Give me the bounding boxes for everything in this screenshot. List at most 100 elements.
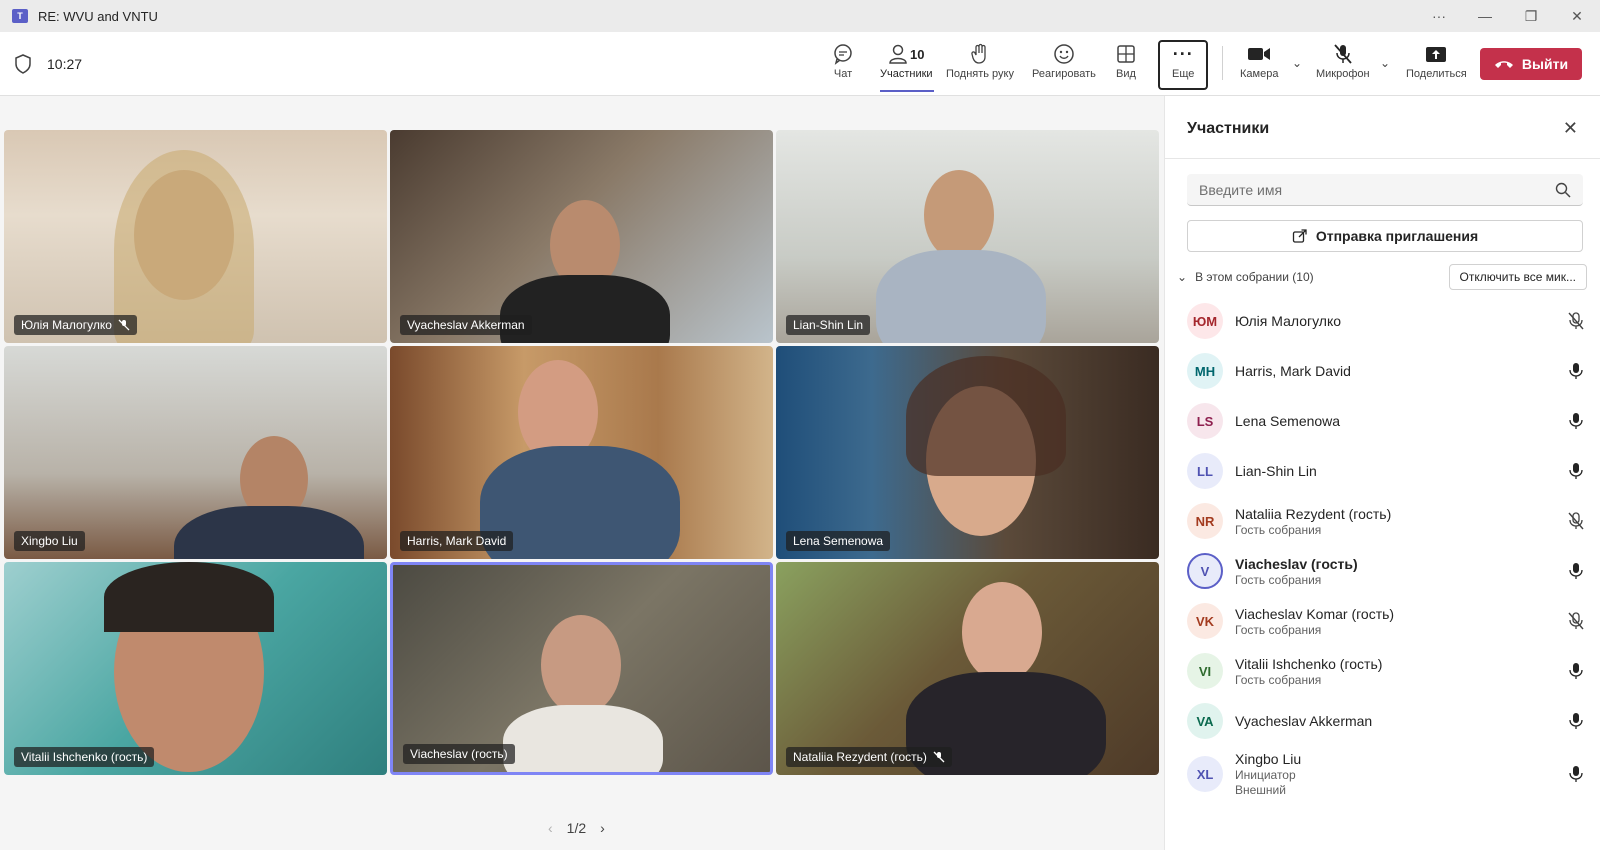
mic-icon[interactable] bbox=[1567, 361, 1585, 381]
hand-icon bbox=[971, 43, 986, 64]
next-page-chevron-right-icon[interactable]: › bbox=[600, 820, 605, 836]
close-window-button[interactable]: ✕ bbox=[1554, 0, 1600, 32]
participant-name: Юлія Малогулко bbox=[1235, 313, 1342, 329]
tile-name: Lian-Shin Lin bbox=[793, 318, 864, 332]
smile-icon bbox=[1054, 44, 1074, 64]
panel-divider bbox=[1165, 158, 1600, 159]
tile-name: Юлія Малогулко bbox=[21, 318, 112, 332]
close-panel-icon[interactable]: ✕ bbox=[1563, 118, 1578, 139]
teams-logo-icon: T bbox=[12, 9, 28, 23]
tile-name: Vyacheslav Akkerman bbox=[407, 318, 525, 332]
video-tile-active-speaker[interactable]: Viacheslav (гость) bbox=[390, 562, 773, 775]
participant-name: Viacheslav (гость) bbox=[1235, 555, 1358, 572]
participant-row[interactable]: VI Vitalii Ishchenko (гость) Гость собран… bbox=[1187, 646, 1591, 696]
avatar: VA bbox=[1187, 703, 1223, 739]
mic-icon[interactable] bbox=[1567, 561, 1585, 581]
video-tile[interactable]: Vyacheslav Akkerman bbox=[390, 130, 773, 343]
participant-name: Vitalii Ishchenko (гость) bbox=[1235, 655, 1383, 672]
avatar: XL bbox=[1187, 756, 1223, 792]
mic-off-icon[interactable] bbox=[1567, 611, 1585, 631]
avatar: LS bbox=[1187, 403, 1223, 439]
participant-row[interactable]: NR Nataliia Rezydent (гость) Гость собран… bbox=[1187, 496, 1591, 546]
video-tile[interactable]: Lian-Shin Lin bbox=[776, 130, 1159, 343]
mic-button[interactable]: Микрофон bbox=[1316, 40, 1370, 90]
participant-name: Harris, Mark David bbox=[1235, 363, 1351, 379]
participant-row[interactable]: VA Vyacheslav Akkerman bbox=[1187, 696, 1591, 746]
mic-off-icon[interactable] bbox=[1567, 511, 1585, 531]
gallery-pager: ‹ 1/2 › bbox=[548, 820, 605, 836]
mic-off-icon[interactable] bbox=[1567, 311, 1585, 331]
minimize-button[interactable]: — bbox=[1462, 0, 1508, 32]
participant-role: Гость собрания bbox=[1235, 622, 1322, 637]
participant-row[interactable]: LS Lena Semenowa bbox=[1187, 396, 1591, 446]
participant-role: Гость собрания bbox=[1235, 672, 1322, 687]
shield-icon bbox=[15, 54, 31, 74]
video-tile[interactable]: Nataliia Rezydent (гость) bbox=[776, 562, 1159, 775]
mic-off-icon bbox=[118, 319, 130, 331]
leave-button[interactable]: Выйти bbox=[1480, 48, 1582, 80]
search-icon bbox=[1555, 182, 1571, 198]
tile-name: Viacheslav (гость) bbox=[410, 747, 508, 761]
participant-row[interactable]: MH Harris, Mark David bbox=[1187, 346, 1591, 396]
people-icon bbox=[889, 44, 907, 64]
video-tile[interactable]: Vitalii Ishchenko (гость) bbox=[4, 562, 387, 775]
camera-button[interactable]: Камера bbox=[1240, 40, 1278, 90]
raise-hand-button[interactable]: Поднять руку bbox=[946, 40, 1014, 90]
participant-row[interactable]: LL Lian-Shin Lin bbox=[1187, 446, 1591, 496]
share-invite-icon bbox=[1292, 229, 1307, 243]
mic-icon[interactable] bbox=[1567, 461, 1585, 481]
prev-page-chevron-left-icon[interactable]: ‹ bbox=[548, 820, 553, 836]
grid-icon bbox=[1117, 45, 1135, 63]
video-tile[interactable]: Lena Semenowa bbox=[776, 346, 1159, 559]
mute-all-button[interactable]: Отключить все мик... bbox=[1448, 264, 1587, 290]
more-button[interactable]: ··· Еще bbox=[1172, 40, 1194, 90]
participant-external-label: Внешний bbox=[1235, 783, 1286, 797]
mic-icon[interactable] bbox=[1567, 661, 1585, 681]
chat-button[interactable]: Чат bbox=[832, 40, 854, 90]
video-tile[interactable]: Xingbo Liu bbox=[4, 346, 387, 559]
participants-count: 10 bbox=[910, 46, 925, 62]
participant-name: Xingbo Liu bbox=[1235, 751, 1302, 767]
section-label: В этом собрании (10) bbox=[1195, 270, 1314, 284]
participant-role: Инициатор bbox=[1235, 768, 1296, 782]
participant-role: Гость собрания bbox=[1235, 522, 1322, 537]
participant-name: Viacheslav Komar (гость) bbox=[1235, 605, 1395, 622]
camera-icon bbox=[1248, 48, 1271, 60]
video-tile[interactable]: Юлія Малогулко bbox=[4, 130, 387, 343]
share-button[interactable]: Поделиться bbox=[1406, 40, 1467, 90]
mic-icon[interactable] bbox=[1567, 711, 1585, 731]
participant-name: Lena Semenowa bbox=[1235, 413, 1341, 429]
participant-row[interactable]: XL Xingbo Liu Инициатор Внешний bbox=[1187, 746, 1591, 802]
restore-button[interactable]: ❐ bbox=[1508, 0, 1554, 32]
more-dots-icon: ··· bbox=[1172, 43, 1194, 64]
participant-row[interactable]: ЮМ Юлія Малогулко bbox=[1187, 296, 1591, 346]
tile-name: Nataliia Rezydent (гость) bbox=[793, 750, 927, 764]
participant-name: Lian-Shin Lin bbox=[1235, 463, 1317, 479]
video-stage: Юлія Малогулко Vyacheslav Akkerman Lian-… bbox=[0, 96, 1164, 850]
participants-button[interactable]: 10 Участники bbox=[880, 40, 933, 90]
in-meeting-section-header[interactable]: ⌄ В этом собрании (10) Отключить все мик… bbox=[1177, 264, 1587, 290]
meeting-timer: 10:27 bbox=[47, 56, 83, 72]
phone-hangup-icon bbox=[1494, 61, 1513, 68]
page-indicator: 1/2 bbox=[566, 820, 587, 836]
avatar: LL bbox=[1187, 453, 1223, 489]
tile-name: Harris, Mark David bbox=[407, 534, 507, 548]
participant-row-self[interactable]: V Viacheslav (гость) Гость собрания bbox=[1187, 546, 1591, 596]
avatar: MH bbox=[1187, 353, 1223, 389]
tile-name: Vitalii Ishchenko (гость) bbox=[21, 750, 148, 764]
view-button[interactable]: Вид bbox=[1116, 40, 1136, 90]
send-invite-button[interactable]: Отправка приглашения bbox=[1187, 220, 1583, 252]
window-more-button[interactable]: ··· bbox=[1416, 0, 1462, 32]
active-tab-indicator bbox=[880, 90, 934, 92]
participant-row[interactable]: VK Viacheslav Komar (гость) Гость собрани… bbox=[1187, 596, 1591, 646]
video-tile[interactable]: Harris, Mark David bbox=[390, 346, 773, 559]
camera-options-chevron-down-icon[interactable]: ⌄ bbox=[1292, 56, 1302, 70]
participant-list: ЮМ Юлія Малогулко MH Harris, Mark David … bbox=[1187, 296, 1591, 802]
participant-search-input[interactable] bbox=[1187, 174, 1583, 206]
mic-icon[interactable] bbox=[1567, 764, 1585, 784]
react-button[interactable]: Реагировать bbox=[1032, 40, 1096, 90]
share-tray-icon bbox=[1426, 47, 1447, 62]
panel-title: Участники bbox=[1187, 120, 1270, 137]
mic-options-chevron-down-icon[interactable]: ⌄ bbox=[1380, 56, 1390, 70]
mic-icon[interactable] bbox=[1567, 411, 1585, 431]
